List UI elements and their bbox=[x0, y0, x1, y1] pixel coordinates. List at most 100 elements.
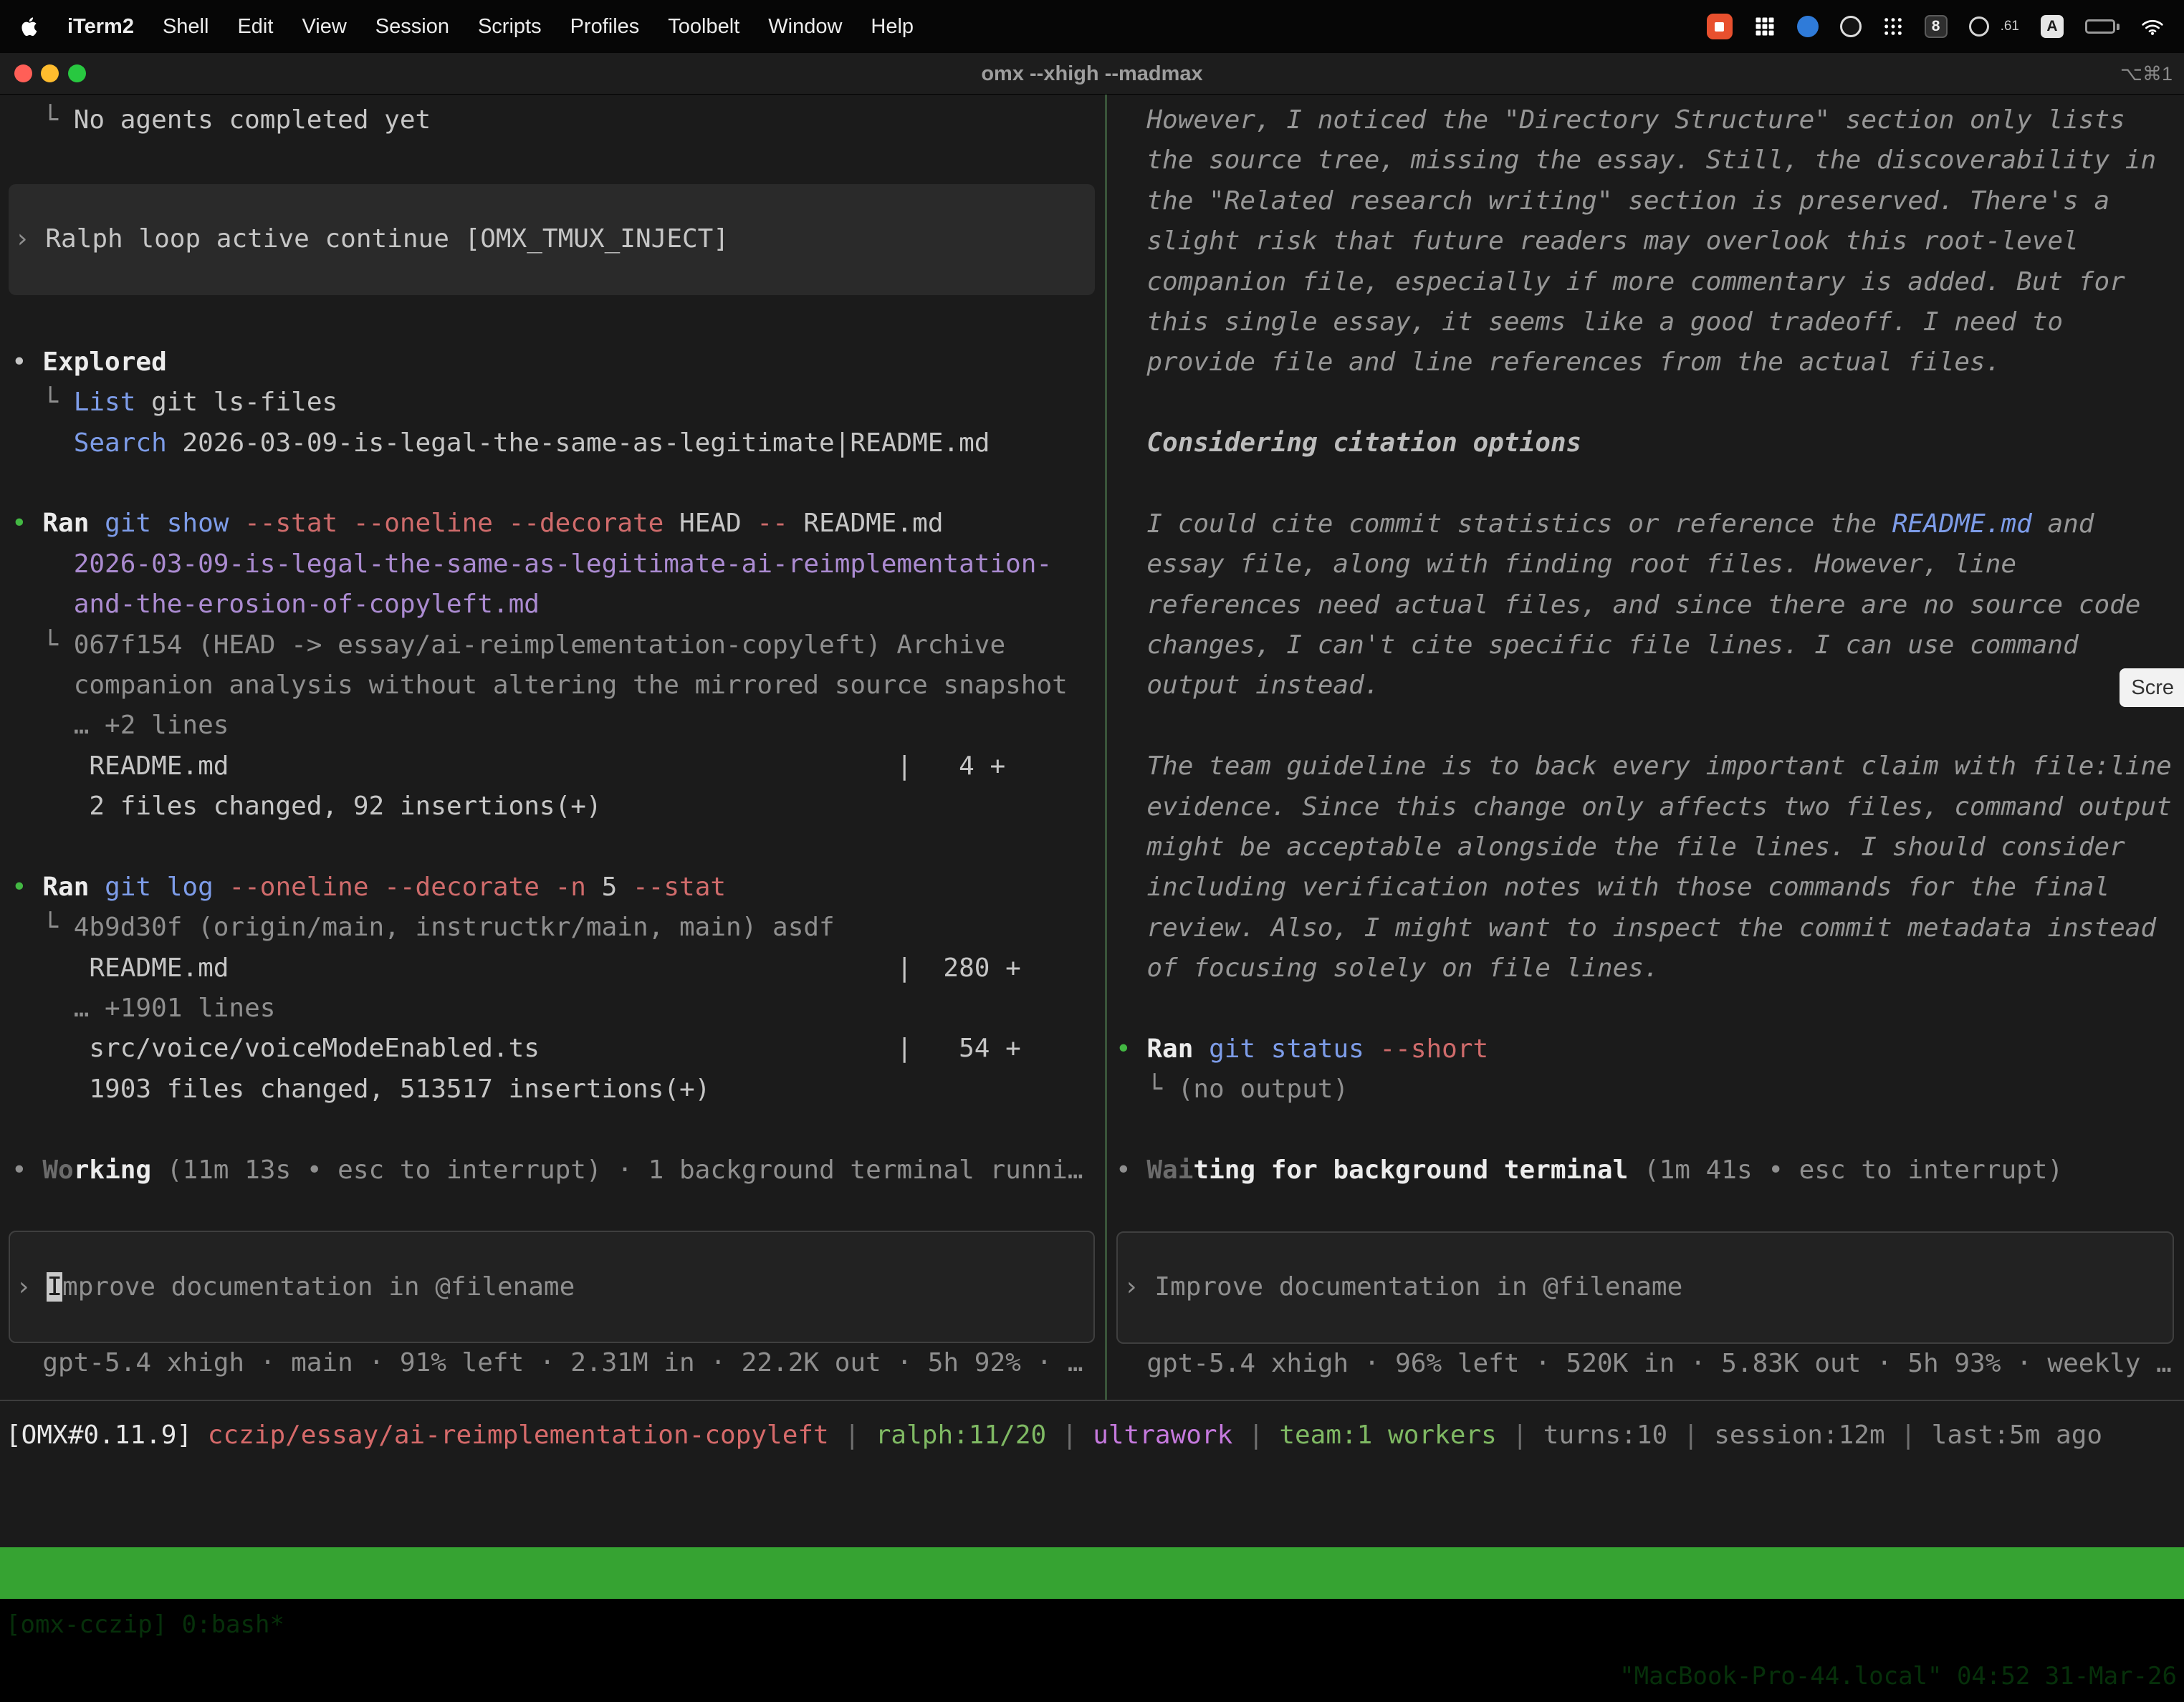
omx-status-line: [OMX#0.11.9] cczip/essay/ai-reimplementa… bbox=[6, 1415, 2102, 1456]
terminal-line: review. Also, I might want to inspect th… bbox=[1108, 908, 2184, 948]
blue-app-icon[interactable] bbox=[1797, 16, 1819, 37]
terminal-line: … +1901 lines bbox=[0, 989, 1105, 1029]
pane-divider[interactable] bbox=[1105, 95, 1107, 1400]
text-segment: --stat bbox=[617, 872, 726, 902]
notice-line: › Ralph loop active continue [OMX_TMUX_I… bbox=[9, 219, 729, 259]
text-segment: and-the-erosion-of-copyleft.md bbox=[11, 590, 540, 619]
blank-line bbox=[0, 463, 1105, 504]
terminal-line: the "Related research writing" section i… bbox=[1108, 181, 2184, 221]
menu-item-view[interactable]: View bbox=[302, 15, 346, 39]
text-segment: -- bbox=[742, 509, 788, 538]
notice-box: › Ralph loop active continue [OMX_TMUX_I… bbox=[9, 184, 1095, 295]
text-segment: --short bbox=[1364, 1034, 1488, 1064]
prompt-text: mprove documentation in @filename bbox=[62, 1272, 575, 1302]
blank-line bbox=[0, 1191, 1105, 1231]
text-segment: Ran bbox=[42, 872, 89, 902]
text-segment: The team guideline is to back every impo… bbox=[1116, 751, 2172, 781]
prompt-input[interactable]: › Improve documentation in @filename bbox=[1116, 1231, 2174, 1344]
menu-item-edit[interactable]: Edit bbox=[237, 15, 273, 39]
text-segment: • bbox=[11, 872, 42, 902]
terminal-line: README.md | 4 + bbox=[0, 746, 1105, 787]
text-segment: Ran bbox=[1146, 1034, 1193, 1064]
terminal-line: However, I noticed the "Directory Struct… bbox=[1108, 100, 2184, 140]
text-segment: README.md bbox=[1892, 509, 2032, 539]
text-segment: └ (no output) bbox=[1116, 1074, 1349, 1104]
prompt-line: › Improve documentation in @filename bbox=[10, 1267, 575, 1307]
screen-record-icon[interactable] bbox=[1707, 14, 1733, 39]
terminal-line: output instead. bbox=[1108, 665, 2184, 706]
text-segment: | bbox=[1885, 1420, 1932, 1450]
title-bar[interactable]: omx --xhigh --madmax ⌥⌘1 bbox=[0, 53, 2184, 95]
menu-item-shell[interactable]: Shell bbox=[163, 15, 209, 39]
text-segment: slight risk that future readers may over… bbox=[1116, 226, 2079, 256]
terminal-line: 1903 files changed, 513517 insertions(+) bbox=[0, 1069, 1105, 1110]
pane-left[interactable]: └ No agents completed yet› Ralph loop ac… bbox=[0, 95, 1105, 1400]
text-segment: • bbox=[11, 509, 42, 538]
text-segment: No agents completed yet bbox=[74, 105, 431, 135]
terminal-line: companion analysis without altering the … bbox=[0, 665, 1105, 706]
text-segment: └ 4b9d30f (origin/main, instructkr/main,… bbox=[11, 913, 835, 942]
terminal-line: └ 067f154 (HEAD -> essay/ai-reimplementa… bbox=[0, 625, 1105, 665]
key-8-icon[interactable]: 8 bbox=[1925, 15, 1948, 38]
battery-percent-label: .61 bbox=[2001, 19, 2019, 34]
text-segment: Explored bbox=[42, 347, 166, 377]
text-segment: ultrawork bbox=[1093, 1420, 1232, 1450]
text-segment: 2026-03-09-is-legal-the-same-as-legitima… bbox=[11, 549, 1052, 579]
text-segment: (11m 13s • esc to interrupt) · 1 backgro… bbox=[151, 1155, 1083, 1185]
text-segment: I could cite commit statistics or refere… bbox=[1116, 509, 1892, 539]
terminal-line: • Explored bbox=[0, 342, 1105, 383]
menu-item-session[interactable]: Session bbox=[375, 15, 449, 39]
text-segment: last:5m ago bbox=[1932, 1420, 2102, 1450]
window-title: omx --xhigh --madmax bbox=[0, 53, 2184, 95]
prompt-input[interactable]: › Improve documentation in @filename bbox=[9, 1231, 1095, 1343]
menu-item-profiles[interactable]: Profiles bbox=[570, 15, 640, 39]
blank-line bbox=[1108, 706, 2184, 746]
terminal-line: 2 files changed, 92 insertions(+) bbox=[0, 787, 1105, 827]
text-segment: Ran bbox=[42, 509, 89, 538]
text-segment: • bbox=[1116, 1034, 1146, 1064]
battery-nub bbox=[2117, 24, 2120, 30]
text-segment bbox=[11, 428, 74, 458]
text-segment: -n bbox=[540, 872, 586, 902]
text-segment: essay file, along with finding root file… bbox=[1116, 549, 2016, 579]
apple-menu-icon[interactable] bbox=[20, 16, 39, 37]
grid-app-icon[interactable] bbox=[1754, 16, 1776, 37]
battery-icon[interactable] bbox=[2085, 19, 2120, 34]
menu-item-help[interactable]: Help bbox=[871, 15, 914, 39]
terminal-line: 2026-03-09-is-legal-the-same-as-legitima… bbox=[0, 544, 1105, 585]
battery-body bbox=[2085, 19, 2115, 34]
ring-app-icon[interactable] bbox=[1969, 16, 1989, 37]
text-segment: of focusing solely on file lines. bbox=[1116, 953, 1659, 983]
dark-app-icon[interactable] bbox=[1840, 16, 1862, 37]
menu-item-scripts[interactable]: Scripts bbox=[478, 15, 542, 39]
terminal-line: of focusing solely on file lines. bbox=[1108, 948, 2184, 989]
menu-item-toolbelt[interactable]: Toolbelt bbox=[668, 15, 739, 39]
model-status-line: gpt-5.4 xhigh · main · 91% left · 2.31M … bbox=[0, 1343, 1105, 1383]
wifi-icon[interactable] bbox=[2141, 17, 2164, 36]
text-cursor: I bbox=[47, 1272, 62, 1302]
text-segment: changes, I can't cite specific file line… bbox=[1116, 630, 2079, 660]
dots-grid-icon[interactable] bbox=[1883, 16, 1903, 37]
text-segment: HEAD bbox=[664, 509, 741, 538]
text-segment: Search bbox=[74, 428, 167, 458]
input-source-icon[interactable]: A bbox=[2041, 15, 2064, 38]
text-segment: companion analysis without altering the … bbox=[11, 670, 1068, 700]
terminal-line: src/voice/voiceModeEnabled.ts | 54 + bbox=[0, 1029, 1105, 1069]
text-segment: turns:10 bbox=[1543, 1420, 1667, 1450]
text-segment: git show bbox=[89, 509, 229, 538]
text-segment: companion file, especially if more comme… bbox=[1116, 267, 2125, 297]
blank-line bbox=[1108, 383, 2184, 423]
text-segment: --stat --oneline --decorate bbox=[229, 509, 664, 538]
terminal-line: slight risk that future readers may over… bbox=[1108, 221, 2184, 261]
prompt-chevron-icon: › bbox=[16, 1272, 47, 1302]
text-segment: git ls-files bbox=[135, 388, 337, 417]
text-segment: List bbox=[74, 388, 136, 417]
menu-item-window[interactable]: Window bbox=[768, 15, 842, 39]
text-segment: might be acceptable alongside the file l… bbox=[1116, 832, 2125, 862]
terminal-line: The team guideline is to back every impo… bbox=[1108, 746, 2184, 787]
text-segment: --oneline --decorate bbox=[214, 872, 540, 902]
screen-tooltip[interactable]: Scre bbox=[2120, 668, 2184, 707]
pane-right[interactable]: However, I noticed the "Directory Struct… bbox=[1108, 95, 2184, 1400]
text-segment: this single essay, it seems like a good … bbox=[1116, 307, 2063, 337]
menu-item-iterm2[interactable]: iTerm2 bbox=[67, 15, 134, 39]
